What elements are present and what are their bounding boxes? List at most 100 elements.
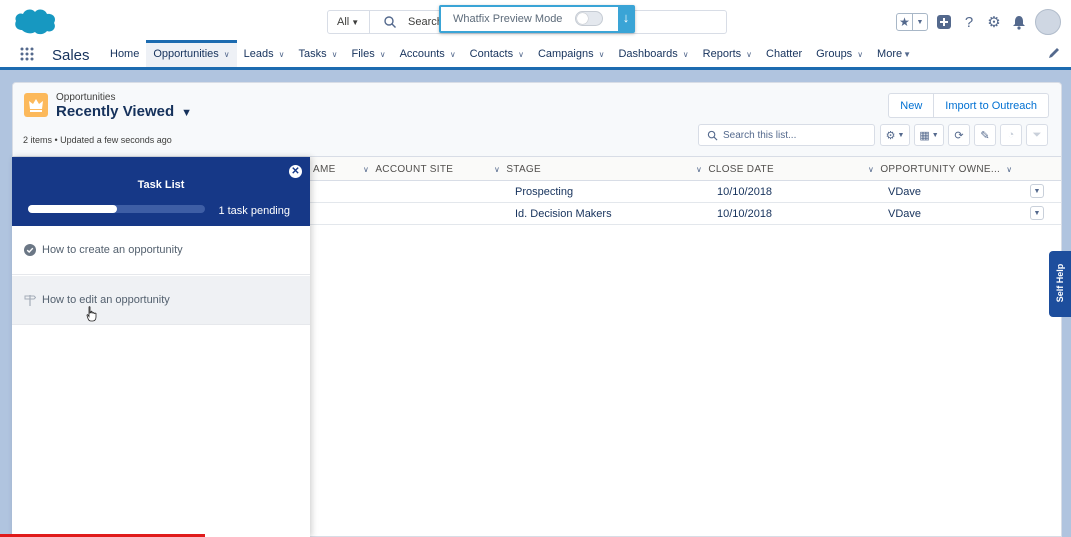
task-list-header: Task List ✕ 1 task pending <box>12 157 310 226</box>
column-header-close-date[interactable]: ∨ CLOSE DATE <box>696 164 774 175</box>
nav-item-label: Campaigns <box>537 48 594 60</box>
nav-item-campaigns[interactable]: Campaigns ∨ <box>531 40 612 67</box>
favorites-menu-icon[interactable]: ▼ <box>912 14 927 30</box>
nav-item-chatter[interactable]: Chatter <box>759 40 809 67</box>
self-help-label: Self Help <box>1055 263 1065 303</box>
global-actions-icon[interactable] <box>935 13 953 31</box>
column-header-account-site[interactable]: ∨ ACCOUNT SITE <box>363 164 453 175</box>
nav-item-label: Files <box>351 48 375 60</box>
nav-item-opportunities[interactable]: Opportunities ∨ <box>146 40 237 67</box>
user-avatar[interactable] <box>1035 9 1061 35</box>
self-help-tab[interactable]: Self Help <box>1049 251 1071 317</box>
navigation-bar: Sales Home Opportunities ∨ Leads ∨ Tasks ∨ File… <box>0 40 1071 70</box>
setup-gear-icon[interactable]: ⚙ <box>985 13 1003 31</box>
nav-item-home[interactable]: Home <box>103 40 146 67</box>
chevron-down-icon[interactable]: ∨ <box>279 50 285 59</box>
search-icon <box>707 130 718 141</box>
favorites-button-group[interactable]: ★ ▼ <box>896 13 928 31</box>
chevron-down-icon[interactable]: ∨ <box>450 50 456 59</box>
search-input[interactable]: Search <box>408 16 443 28</box>
chevron-down-icon[interactable]: ∨ <box>518 50 524 59</box>
app-launcher-icon[interactable] <box>20 47 34 61</box>
display-as-table-icon[interactable]: ▦ ▼ <box>914 124 944 146</box>
chevron-down-icon[interactable]: ∨ <box>683 50 689 59</box>
new-button[interactable]: New <box>889 94 933 117</box>
chevron-down-icon[interactable]: ∨ <box>599 50 605 59</box>
chevron-down-icon[interactable]: ∨ <box>868 165 874 174</box>
nav-item-label: More <box>877 48 903 60</box>
help-icon[interactable]: ? <box>960 13 978 31</box>
task-item-create-opportunity[interactable]: How to create an opportunity <box>12 226 310 275</box>
import-to-outreach-button[interactable]: Import to Outreach <box>933 94 1048 117</box>
notifications-bell-icon[interactable] <box>1010 13 1028 31</box>
nav-item-label: Opportunities <box>153 48 219 60</box>
nav-item-groups[interactable]: Groups ∨ <box>809 40 870 67</box>
whatfix-preview-label: Whatfix Preview Mode <box>453 13 563 25</box>
task-item-edit-opportunity[interactable]: How to edit an opportunity <box>12 276 310 325</box>
nav-item-more[interactable]: More▼ <box>870 40 918 67</box>
nav-item-accounts[interactable]: Accounts ∨ <box>393 40 463 67</box>
column-header-stage[interactable]: ∨ STAGE <box>494 164 541 175</box>
row-actions-menu-icon[interactable]: ▼ <box>1030 184 1044 198</box>
nav-item-files[interactable]: Files ∨ <box>344 40 392 67</box>
nav-item-label: Contacts <box>469 48 514 60</box>
chevron-down-icon[interactable]: ∨ <box>746 50 752 59</box>
whatfix-preview-bar: Whatfix Preview Mode ↓ <box>439 5 635 33</box>
list-view-selector[interactable]: Recently Viewed ▼ <box>56 103 192 120</box>
search-scope-label: All <box>337 16 350 28</box>
hand-cursor-icon <box>86 306 97 322</box>
caret-down-icon: ▼ <box>903 50 912 59</box>
column-header-label: CLOSE DATE <box>708 164 774 175</box>
preview-mode-toggle[interactable] <box>575 11 603 26</box>
nav-item-contacts[interactable]: Contacts ∨ <box>463 40 531 67</box>
search-scope-select[interactable]: All ▼ <box>328 11 370 33</box>
edit-list-pencil-icon[interactable]: ✎ <box>974 124 996 146</box>
chevron-down-icon[interactable]: ∨ <box>332 50 338 59</box>
nav-item-leads[interactable]: Leads ∨ <box>237 40 292 67</box>
task-progress-fill <box>28 205 117 213</box>
caret-down-icon: ▼ <box>181 107 193 119</box>
task-list-panel: Task List ✕ 1 task pending How to create… <box>12 157 310 537</box>
filter-icon: ⏷ <box>1026 124 1048 146</box>
nav-item-label: Dashboards <box>618 48 678 60</box>
list-search-input[interactable]: Search this list... <box>698 124 875 146</box>
nav-item-reports[interactable]: Reports ∨ <box>696 40 759 67</box>
task-item-label: How to create an opportunity <box>42 244 183 256</box>
list-settings-gear-icon[interactable]: ⚙ ▼ <box>880 124 910 146</box>
column-header-label: AME <box>313 164 336 175</box>
chevron-down-icon[interactable]: ∨ <box>363 165 369 174</box>
chart-icon: ◔ <box>1000 124 1022 146</box>
chevron-down-icon[interactable]: ∨ <box>696 165 702 174</box>
owner-cell[interactable]: VDave <box>888 186 921 198</box>
nav-item-label: Home <box>110 48 140 60</box>
refresh-icon[interactable]: ⟳ <box>948 124 970 146</box>
nav-item-label: Accounts <box>399 48 445 60</box>
close-date-cell: 10/10/2018 <box>717 186 773 198</box>
chevron-down-icon[interactable]: ∨ <box>224 50 230 59</box>
search-icon <box>384 16 396 28</box>
chevron-down-icon[interactable]: ∨ <box>857 50 863 59</box>
list-search-placeholder: Search this list... <box>723 130 797 141</box>
check-circle-icon <box>24 244 36 256</box>
edit-nav-pencil-icon[interactable] <box>1047 46 1061 60</box>
task-list-title: Task List <box>137 179 185 191</box>
object-label: Opportunities <box>56 92 116 103</box>
owner-cell[interactable]: VDave <box>888 208 921 220</box>
nav-item-tasks[interactable]: Tasks ∨ <box>291 40 344 67</box>
star-icon[interactable]: ★ <box>897 14 912 30</box>
nav-item-dashboards[interactable]: Dashboards ∨ <box>611 40 695 67</box>
chevron-down-icon[interactable]: ∨ <box>1006 165 1012 174</box>
salesforce-logo[interactable] <box>13 6 57 36</box>
task-pending-count: 1 task pending <box>218 205 290 217</box>
chevron-down-icon[interactable]: ∨ <box>494 165 500 174</box>
column-header-owner[interactable]: ∨ OPPORTUNITY OWNE... ∨ <box>868 164 1012 175</box>
nav-item-label: Leads <box>243 48 274 60</box>
arrow-down-icon[interactable]: ↓ <box>618 6 634 32</box>
close-icon[interactable]: ✕ <box>289 165 302 178</box>
chevron-down-icon[interactable]: ∨ <box>380 50 386 59</box>
task-item-label: How to edit an opportunity <box>42 294 170 306</box>
list-view-header: Opportunities Recently Viewed ▼ 2 items •… <box>13 83 1061 157</box>
row-actions-menu-icon[interactable]: ▼ <box>1030 206 1044 220</box>
column-header-name[interactable]: AME <box>313 164 336 175</box>
opportunity-crown-icon <box>24 93 48 117</box>
